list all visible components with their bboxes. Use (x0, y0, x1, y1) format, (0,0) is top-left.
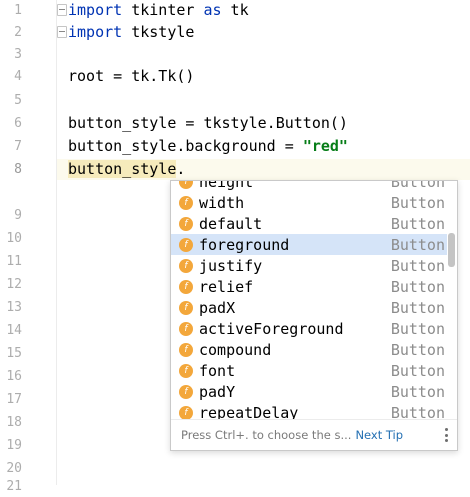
completion-item[interactable]: f activeForeground Button (171, 318, 447, 339)
code-line-1[interactable]: import tkinter as tk (68, 0, 249, 21)
completion-name: activeForeground (199, 319, 344, 338)
code-text: tkstyle (122, 23, 195, 41)
line-number-gutter[interactable]: 1 2 3 4 5 6 7 8 9 10 11 12 13 14 15 16 1… (0, 0, 57, 494)
completion-type: Button (390, 382, 445, 401)
next-tip-link[interactable]: Next Tip (355, 428, 403, 442)
line-number: 15 (6, 346, 22, 361)
line-number: 1 (14, 3, 22, 18)
completion-item[interactable]: f compound Button (171, 339, 447, 360)
line-number: 11 (6, 254, 22, 269)
line-number: 17 (6, 392, 22, 407)
line-number: 9 (14, 208, 22, 223)
completion-type: Button (390, 193, 445, 212)
code-line-7[interactable]: button_style.background = "red" (68, 136, 348, 157)
completion-popup[interactable]: f height Button f width Button f default… (170, 180, 458, 451)
line-number: 14 (6, 323, 22, 338)
completion-name: height (199, 181, 254, 191)
line-number: 18 (6, 415, 22, 430)
completion-item[interactable]: f default Button (171, 213, 447, 234)
line-number: 4 (14, 69, 22, 84)
keyword: import (68, 23, 123, 41)
completion-list[interactable]: f height Button f width Button f default… (171, 181, 447, 421)
completion-type: Button (390, 256, 445, 275)
line-number: 21 (6, 479, 22, 494)
code-line-2[interactable]: import tkstyle (68, 22, 194, 43)
code-line-8[interactable]: button_style. (68, 159, 185, 180)
line-number: 19 (6, 438, 22, 453)
code-text: . (176, 160, 186, 178)
line-number: 2 (14, 25, 22, 40)
field-icon: f (179, 363, 193, 378)
completion-name: width (199, 193, 245, 212)
completion-name: default (199, 214, 263, 233)
line-number-current: 8 (14, 162, 22, 177)
completion-type: Button (390, 361, 445, 380)
field-icon: f (179, 237, 193, 252)
field-icon: f (179, 181, 193, 189)
completion-item[interactable]: f height Button (171, 181, 447, 192)
completion-item[interactable]: f width Button (171, 192, 447, 213)
string-literal: "red" (302, 137, 348, 155)
field-icon: f (179, 384, 193, 399)
code-text: tk (221, 1, 249, 19)
completion-item[interactable]: f font Button (171, 360, 447, 381)
popup-scrollbar-thumb[interactable] (448, 233, 455, 267)
line-number: 7 (14, 139, 22, 154)
completion-type: Button (390, 181, 445, 191)
line-number: 6 (14, 116, 22, 131)
line-number: 5 (14, 93, 22, 108)
code-text: button_style.background = (68, 137, 303, 155)
field-icon: f (179, 258, 193, 273)
completion-type: Button (390, 319, 445, 338)
field-icon: f (179, 216, 193, 231)
code-line-6[interactable]: button_style = tkstyle.Button() (68, 113, 348, 134)
field-icon: f (179, 321, 193, 336)
keyword: import (68, 1, 123, 19)
completion-item[interactable]: f padX Button (171, 297, 447, 318)
completion-type: Button (390, 340, 445, 359)
completion-name: font (199, 361, 236, 380)
popup-scrollbar[interactable] (447, 181, 456, 421)
completion-name: padX (199, 298, 236, 317)
code-text: tkinter (122, 1, 204, 19)
fold-marker-icon[interactable] (57, 4, 67, 16)
completion-name: relief (199, 277, 254, 296)
line-number: 10 (6, 231, 22, 246)
completion-name: padY (199, 382, 236, 401)
field-icon: f (179, 300, 193, 315)
completion-type: Button (390, 298, 445, 317)
completion-type: Button (390, 277, 445, 296)
footer-hint: Press Ctrl+. to choose the s... (181, 428, 352, 442)
line-number: 13 (6, 300, 22, 315)
field-icon: f (179, 195, 193, 210)
completion-item[interactable]: f justify Button (171, 255, 447, 276)
line-number: 3 (14, 47, 22, 62)
completion-type: Button (390, 214, 445, 233)
completion-item[interactable]: f relief Button (171, 276, 447, 297)
line-number: 12 (6, 277, 22, 292)
completion-name: foreground (199, 235, 290, 254)
completion-item-selected[interactable]: f foreground Button (171, 234, 447, 255)
fold-marker-icon[interactable] (57, 26, 67, 38)
completion-name: compound (199, 340, 272, 359)
field-icon: f (179, 405, 193, 420)
more-options-icon[interactable] (444, 428, 448, 442)
code-line-4[interactable]: root = tk.Tk() (68, 66, 194, 87)
completion-type: Button (390, 235, 445, 254)
identifier-highlight: button_style (68, 160, 177, 178)
field-icon: f (179, 342, 193, 357)
popup-footer: Press Ctrl+. to choose the s... Next Tip (171, 419, 457, 450)
line-number: 16 (6, 369, 22, 384)
field-icon: f (179, 279, 193, 294)
completion-item[interactable]: f padY Button (171, 381, 447, 402)
keyword: as (203, 1, 222, 19)
completion-name: justify (199, 256, 263, 275)
